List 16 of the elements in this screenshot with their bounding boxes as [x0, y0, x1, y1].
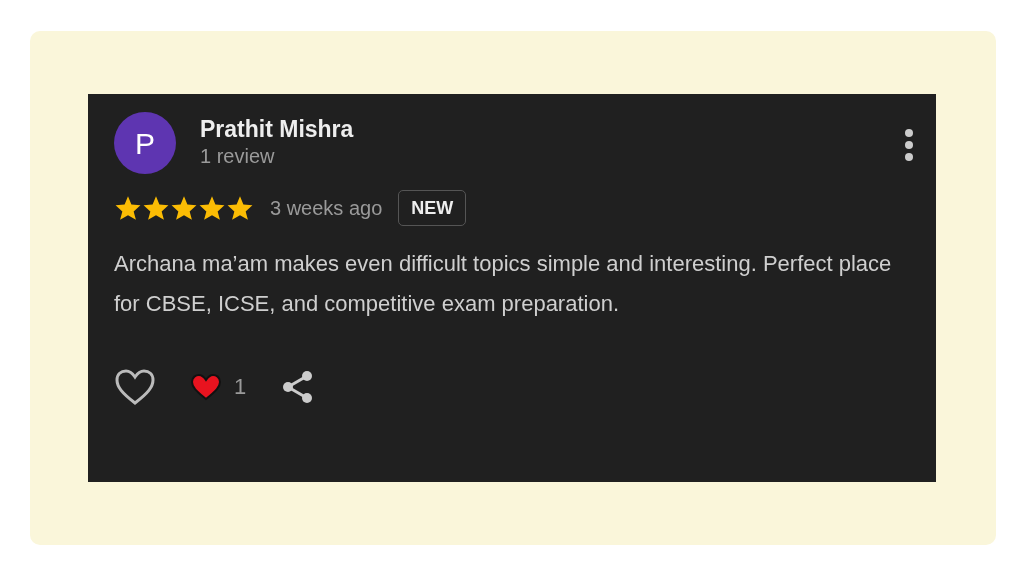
- star-icon: [198, 195, 226, 221]
- review-time: 3 weeks ago: [270, 196, 383, 221]
- heart-icon: [190, 373, 222, 401]
- star-icon: [114, 195, 142, 221]
- star-icon: [170, 195, 198, 221]
- avatar: P: [114, 112, 176, 174]
- star-icon: [226, 195, 254, 221]
- like-button[interactable]: [114, 368, 156, 406]
- share-icon[interactable]: [280, 370, 315, 404]
- reaction-count: 1: [234, 373, 247, 401]
- new-badge: NEW: [398, 190, 467, 226]
- review-text: Archana ma’am makes even difficult topics simple and interesting. Perfect place for CBSE, ICSE, and competitive exam preparation.: [114, 250, 893, 318]
- more-options-icon[interactable]: [904, 128, 914, 162]
- review-count: 1 review: [200, 143, 276, 168]
- reviewer-name[interactable]: Prathit Mishra: [200, 116, 904, 144]
- star-icon: [142, 195, 170, 221]
